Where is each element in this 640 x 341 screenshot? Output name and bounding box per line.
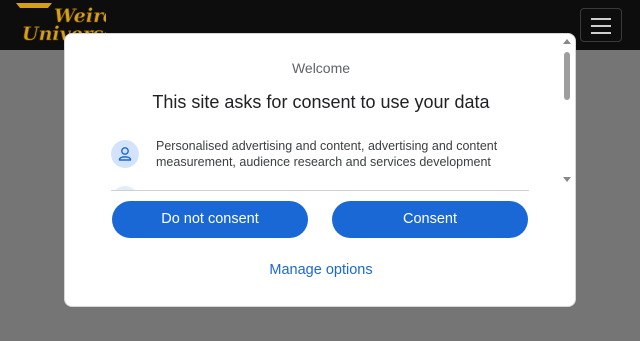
menu-toggle-button[interactable] [580, 8, 622, 42]
person-icon [111, 140, 139, 168]
hamburger-menu-icon [591, 32, 611, 34]
manage-options-link[interactable]: Manage options [65, 262, 577, 278]
consent-button[interactable]: Consent [332, 201, 528, 238]
logo-swoosh [16, 3, 52, 8]
scroll-down-arrow-icon[interactable] [563, 177, 571, 182]
dialog-title: This site asks for consent to use your d… [152, 92, 490, 112]
do-not-consent-button[interactable]: Do not consent [112, 201, 308, 238]
purpose-item: Personalised advertising and content, ad… [111, 137, 531, 177]
hamburger-menu-icon [591, 18, 611, 20]
dialog-eyebrow: Welcome [291, 60, 351, 76]
scrollbar-thumb[interactable] [564, 52, 570, 100]
divider [111, 190, 529, 191]
hamburger-menu-icon [591, 25, 611, 27]
purpose-text: Personalised advertising and content, ad… [156, 139, 498, 169]
scroll-up-arrow-icon[interactable] [563, 39, 571, 44]
consent-dialog: Welcome This site asks for consent to us… [64, 33, 576, 307]
